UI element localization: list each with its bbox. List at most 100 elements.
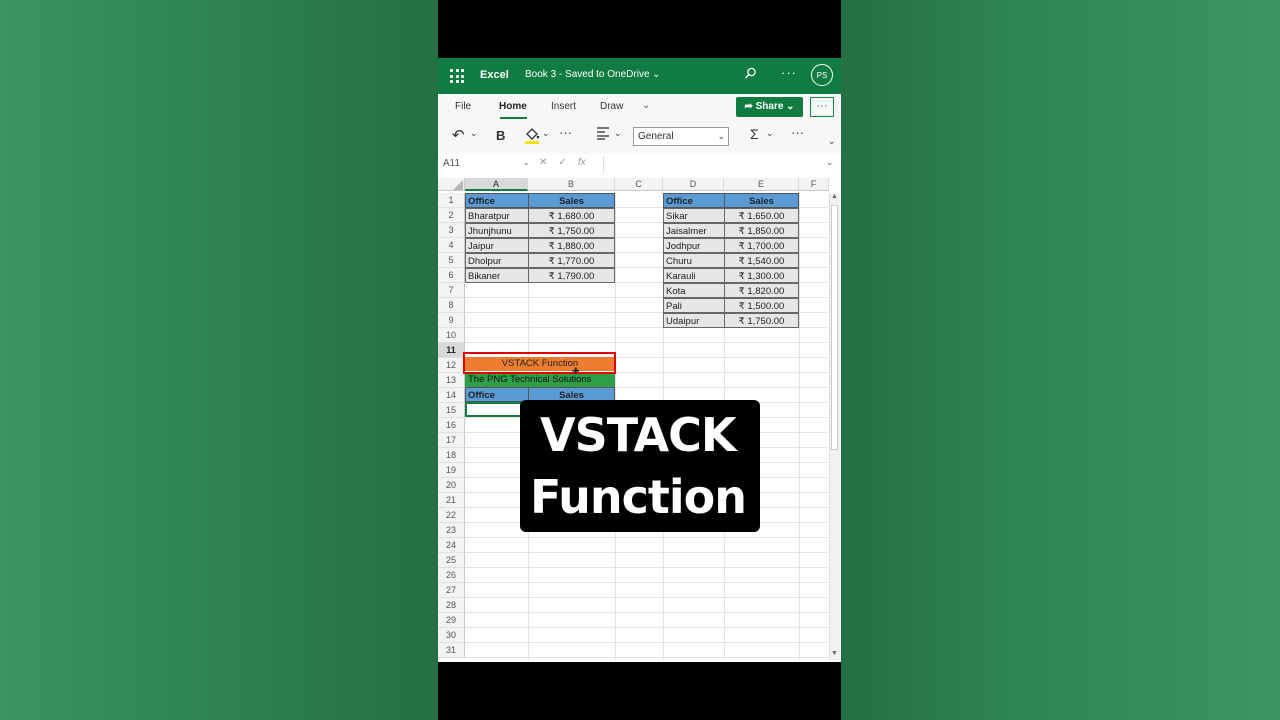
row-header[interactable]: 13: [438, 373, 465, 388]
table2-office[interactable]: Udaipur: [663, 313, 725, 328]
column-header-e[interactable]: E: [724, 178, 799, 191]
row-header[interactable]: 29: [438, 613, 465, 628]
table2-office[interactable]: Churu: [663, 253, 725, 268]
row-header[interactable]: 5: [438, 253, 465, 268]
table2-sales[interactable]: ₹ 1,820.00: [724, 283, 799, 298]
table2-sales[interactable]: ₹ 1,700.00: [724, 238, 799, 253]
table2-office[interactable]: Sikar: [663, 208, 725, 223]
table2-sales[interactable]: ₹ 1,300.00: [724, 268, 799, 283]
formula-expand-chevron-icon[interactable]: ⌄: [826, 157, 834, 168]
fx-icon[interactable]: fx: [578, 157, 586, 168]
row-header[interactable]: 23: [438, 523, 465, 538]
name-box[interactable]: A11: [443, 158, 460, 169]
table1-office[interactable]: Jhunjhunu: [465, 223, 529, 238]
row-header[interactable]: 11: [438, 343, 465, 358]
row-header[interactable]: 4: [438, 238, 465, 253]
cancel-icon[interactable]: ✕: [539, 157, 547, 168]
undo-chevron-down-icon[interactable]: ⌄: [470, 128, 478, 139]
expand-ribbon-icon[interactable]: ⌄: [828, 136, 836, 147]
active-cell-a11[interactable]: [465, 402, 528, 417]
table1-office[interactable]: Dholpur: [465, 253, 529, 268]
column-header-b[interactable]: B: [528, 178, 615, 191]
table2-office[interactable]: Karauli: [663, 268, 725, 283]
row-header[interactable]: 14: [438, 388, 465, 403]
table1-office[interactable]: Bharatpur: [465, 208, 529, 223]
align-icon[interactable]: [596, 126, 610, 143]
tab-insert[interactable]: Insert: [551, 101, 576, 112]
tab-file[interactable]: File: [455, 101, 471, 112]
row-header[interactable]: 31: [438, 643, 465, 658]
scroll-up-icon[interactable]: ▲: [831, 193, 838, 200]
table1-sales[interactable]: ₹ 1,750.00: [528, 223, 615, 238]
table2-sales[interactable]: ₹ 1,650.00: [724, 208, 799, 223]
autosum-chevron-down-icon[interactable]: ⌄: [766, 128, 774, 139]
scroll-down-icon[interactable]: ▼: [831, 650, 838, 657]
row-header[interactable]: 22: [438, 508, 465, 523]
more-format-icon[interactable]: ···: [559, 125, 572, 140]
column-header-f[interactable]: F: [799, 178, 829, 191]
row-header[interactable]: 7: [438, 283, 465, 298]
vertical-scrollbar[interactable]: ▲ ▼: [829, 193, 840, 660]
ribbon-more-button[interactable]: ···: [810, 97, 834, 117]
row-header[interactable]: 8: [438, 298, 465, 313]
share-button[interactable]: ➦ Share ⌄: [736, 97, 803, 117]
tab-draw[interactable]: Draw: [600, 101, 623, 112]
column-header-d[interactable]: D: [663, 178, 724, 191]
row-header[interactable]: 21: [438, 493, 465, 508]
table1-sales[interactable]: ₹ 1,880.00: [528, 238, 615, 253]
row-header[interactable]: 26: [438, 568, 465, 583]
select-all-corner[interactable]: [438, 178, 465, 191]
row-header[interactable]: 15: [438, 403, 465, 418]
result-header-office[interactable]: Office: [465, 387, 529, 402]
row-header[interactable]: 3: [438, 223, 465, 238]
autosum-icon[interactable]: Σ: [750, 126, 759, 142]
row-header[interactable]: 1: [438, 193, 465, 208]
table1-office[interactable]: Bikaner: [465, 268, 529, 283]
table1-header-sales[interactable]: Sales: [528, 193, 615, 208]
more-options-icon[interactable]: ···: [781, 65, 797, 80]
scrollbar-thumb[interactable]: [831, 205, 838, 450]
table1-office[interactable]: Jaipur: [465, 238, 529, 253]
tab-home[interactable]: Home: [499, 101, 527, 112]
row-header[interactable]: 27: [438, 583, 465, 598]
tabs-chevron-down-icon[interactable]: ⌄: [642, 100, 650, 111]
fill-chevron-down-icon[interactable]: ⌄: [542, 128, 550, 139]
column-header-a[interactable]: A: [465, 178, 528, 191]
row-header[interactable]: 12: [438, 358, 465, 373]
table1-sales[interactable]: ₹ 1,790.00: [528, 268, 615, 283]
row-header[interactable]: 30: [438, 628, 465, 643]
avatar[interactable]: PS: [811, 64, 833, 86]
row-header[interactable]: 18: [438, 448, 465, 463]
table2-sales[interactable]: ₹ 1,500.00: [724, 298, 799, 313]
row-header[interactable]: 20: [438, 478, 465, 493]
number-format-select[interactable]: General ⌄: [633, 127, 729, 146]
bold-icon[interactable]: B: [496, 128, 505, 143]
row-header[interactable]: 2: [438, 208, 465, 223]
table2-sales[interactable]: ₹ 1,750.00: [724, 313, 799, 328]
table2-office[interactable]: Pali: [663, 298, 725, 313]
table2-sales[interactable]: ₹ 1,850.00: [724, 223, 799, 238]
row-header[interactable]: 6: [438, 268, 465, 283]
table1-sales[interactable]: ₹ 1,680.00: [528, 208, 615, 223]
column-header-c[interactable]: C: [615, 178, 663, 191]
undo-icon[interactable]: ↶: [452, 126, 465, 144]
row-header[interactable]: 16: [438, 418, 465, 433]
table2-sales[interactable]: ₹ 1,540.00: [724, 253, 799, 268]
table2-office[interactable]: Jaisalmer: [663, 223, 725, 238]
enter-icon[interactable]: ✓: [559, 157, 567, 168]
more-tools-icon[interactable]: ···: [791, 125, 804, 140]
name-box-chevron-down-icon[interactable]: ⌄: [523, 158, 530, 167]
subtitle-banner[interactable]: The PNG Technical Solutions: [465, 372, 615, 387]
table1-sales[interactable]: ₹ 1,770.00: [528, 253, 615, 268]
table2-office[interactable]: Jodhpur: [663, 238, 725, 253]
table2-header-office[interactable]: Office: [663, 193, 725, 208]
table2-header-sales[interactable]: Sales: [724, 193, 799, 208]
row-header[interactable]: 19: [438, 463, 465, 478]
app-launcher-icon[interactable]: [450, 69, 464, 83]
row-header[interactable]: 24: [438, 538, 465, 553]
table2-office[interactable]: Kota: [663, 283, 725, 298]
align-chevron-down-icon[interactable]: ⌄: [614, 128, 622, 139]
row-header[interactable]: 28: [438, 598, 465, 613]
document-name[interactable]: Book 3 - Saved to OneDrive ⌄: [525, 69, 661, 80]
row-header[interactable]: 25: [438, 553, 465, 568]
